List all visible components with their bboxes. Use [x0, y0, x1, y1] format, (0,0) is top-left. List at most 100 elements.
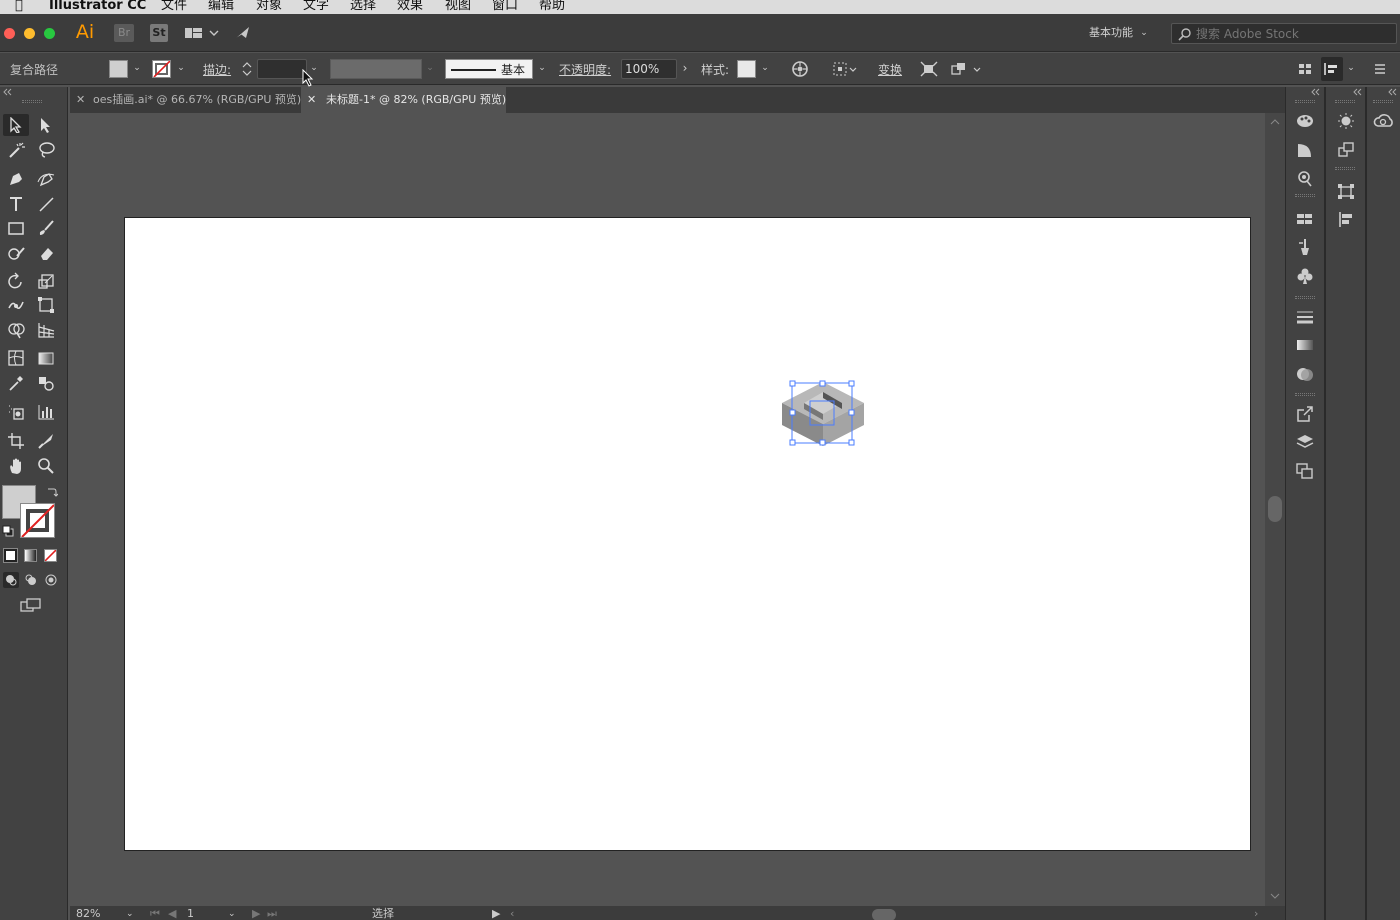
- gradient-panel-button[interactable]: [1286, 333, 1324, 357]
- menu-file[interactable]: 文件: [161, 0, 187, 14]
- eyedropper-tool[interactable]: [3, 372, 29, 394]
- minimize-window-button[interactable]: [24, 28, 35, 39]
- properties-dropdown-icon[interactable]: ⌄: [1346, 61, 1356, 75]
- vertical-scroll-thumb[interactable]: [1268, 496, 1282, 522]
- type-tool[interactable]: [3, 193, 29, 215]
- libraries-panel-button[interactable]: [1367, 109, 1400, 133]
- apple-icon[interactable]: : [15, 0, 23, 14]
- next-artboard-icon[interactable]: ▶: [252, 907, 260, 920]
- scroll-right-icon[interactable]: ›: [1254, 907, 1258, 920]
- style-dropdown-icon[interactable]: ⌄: [760, 61, 770, 75]
- zoom-level-field[interactable]: 82%: [76, 907, 100, 920]
- rotate-tool[interactable]: [3, 270, 29, 292]
- mesh-tool[interactable]: [3, 347, 29, 369]
- stroke-label[interactable]: 描边:: [203, 61, 231, 78]
- artboard-number-field[interactable]: 1: [187, 907, 194, 920]
- layers-panel-button[interactable]: [1286, 430, 1324, 454]
- transparency-panel-button[interactable]: [1286, 362, 1324, 386]
- tab-document-2[interactable]: ✕ 未标题-1* @ 82% (RGB/GPU 预览): [301, 87, 506, 113]
- panel-group-grip[interactable]: [1373, 100, 1393, 103]
- panel-group-grip[interactable]: [1335, 100, 1355, 103]
- free-transform-tool[interactable]: [33, 294, 59, 316]
- stroke-weight-field[interactable]: [257, 59, 307, 79]
- selected-compound-path[interactable]: [778, 378, 868, 452]
- artboards-panel-button[interactable]: [1286, 459, 1324, 483]
- symbol-sprayer-tool[interactable]: [3, 401, 29, 423]
- artboard-dropdown-icon[interactable]: ⌄: [228, 907, 236, 920]
- opacity-label[interactable]: 不透明度:: [559, 61, 611, 78]
- menu-help[interactable]: 帮助: [539, 0, 565, 14]
- zoom-dropdown-icon[interactable]: ⌄: [126, 907, 134, 920]
- puppet-warp-tool[interactable]: [3, 294, 29, 316]
- fill-dropdown-icon[interactable]: ⌄: [132, 61, 142, 75]
- app-menu[interactable]: Illustrator CC: [49, 0, 146, 14]
- menu-effect[interactable]: 效果: [397, 0, 423, 14]
- canvas-area[interactable]: [70, 113, 1265, 906]
- color-panel-button[interactable]: [1286, 109, 1324, 133]
- image-trace-button[interactable]: [1326, 109, 1365, 133]
- arrange-options-button[interactable]: [950, 60, 984, 78]
- zoom-tool[interactable]: [33, 455, 59, 477]
- swatches-panel-button[interactable]: [1286, 207, 1324, 231]
- arrange-documents-button[interactable]: [183, 24, 223, 42]
- opacity-field[interactable]: 100%: [621, 59, 677, 79]
- asset-export-button[interactable]: [1326, 138, 1365, 162]
- hand-tool[interactable]: [3, 455, 29, 477]
- panel-group-grip[interactable]: [1335, 167, 1355, 170]
- collapse-toolbar-icon[interactable]: [2, 88, 14, 96]
- brushes-panel-button[interactable]: [1286, 235, 1324, 259]
- stock-search-box[interactable]: [1171, 23, 1397, 44]
- collapse-dock-icon[interactable]: [1387, 88, 1399, 96]
- pen-tool[interactable]: [3, 168, 29, 190]
- rectangle-tool[interactable]: [3, 217, 29, 239]
- selection-tool[interactable]: [3, 114, 29, 136]
- magic-wand-tool[interactable]: [3, 139, 29, 161]
- symbols-panel-button[interactable]: [1286, 264, 1324, 288]
- panel-group-grip[interactable]: [1295, 194, 1315, 197]
- properties-toggle-button[interactable]: [1321, 57, 1343, 81]
- previous-artboard-icon[interactable]: ◀: [168, 907, 176, 920]
- variable-width-profile[interactable]: [330, 59, 422, 79]
- tab-document-1[interactable]: ✕ oes插画.ai* @ 66.67% (RGB/GPU 预览): [70, 87, 301, 113]
- fill-swatch[interactable]: [109, 60, 128, 78]
- appearance-panel-button[interactable]: [1286, 166, 1324, 190]
- column-graph-tool[interactable]: [33, 401, 59, 423]
- align-panel-button[interactable]: [1326, 207, 1365, 231]
- direct-selection-tool[interactable]: [33, 114, 59, 136]
- bridge-button[interactable]: Br: [114, 24, 134, 42]
- draw-inside-button[interactable]: [43, 572, 59, 588]
- stroke-color-box[interactable]: [20, 503, 55, 538]
- shaper-tool[interactable]: [3, 242, 29, 264]
- gpu-performance-button[interactable]: [232, 24, 254, 42]
- panel-group-grip[interactable]: [1295, 296, 1315, 299]
- graphic-style-swatch[interactable]: [737, 60, 756, 78]
- color-mode-button[interactable]: [3, 548, 18, 563]
- collapse-dock-icon[interactable]: [1352, 88, 1364, 96]
- draw-behind-button[interactable]: [23, 572, 39, 588]
- menu-window[interactable]: 窗口: [492, 0, 518, 14]
- draw-normal-button[interactable]: [3, 572, 19, 588]
- scale-tool[interactable]: [33, 270, 59, 292]
- scroll-up-icon[interactable]: [1269, 117, 1281, 127]
- scroll-down-icon[interactable]: [1269, 891, 1281, 901]
- swap-colors-icon[interactable]: [46, 486, 58, 498]
- paintbrush-tool[interactable]: [33, 217, 59, 239]
- close-tab-icon[interactable]: ✕: [76, 87, 85, 113]
- toolbar-grip[interactable]: [22, 100, 42, 103]
- stock-button[interactable]: St: [150, 24, 168, 42]
- vertical-scrollbar[interactable]: [1265, 113, 1285, 906]
- default-colors-icon[interactable]: [2, 525, 14, 537]
- eraser-tool[interactable]: [33, 242, 59, 264]
- last-artboard-icon[interactable]: ⏭: [267, 907, 277, 920]
- first-artboard-icon[interactable]: ⏮: [150, 907, 160, 920]
- export-assets-button[interactable]: [1286, 402, 1324, 426]
- gradient-mode-button[interactable]: [24, 549, 37, 562]
- close-window-button[interactable]: [4, 28, 15, 39]
- width-profile-dropdown-icon[interactable]: ⌄: [425, 61, 435, 75]
- screen-mode-button[interactable]: [19, 597, 43, 613]
- slice-tool[interactable]: [33, 430, 59, 452]
- scroll-left-icon[interactable]: ‹: [510, 907, 514, 920]
- close-tab-icon[interactable]: ✕: [307, 87, 316, 113]
- panel-group-grip[interactable]: [1295, 100, 1315, 103]
- curvature-tool[interactable]: [33, 168, 59, 190]
